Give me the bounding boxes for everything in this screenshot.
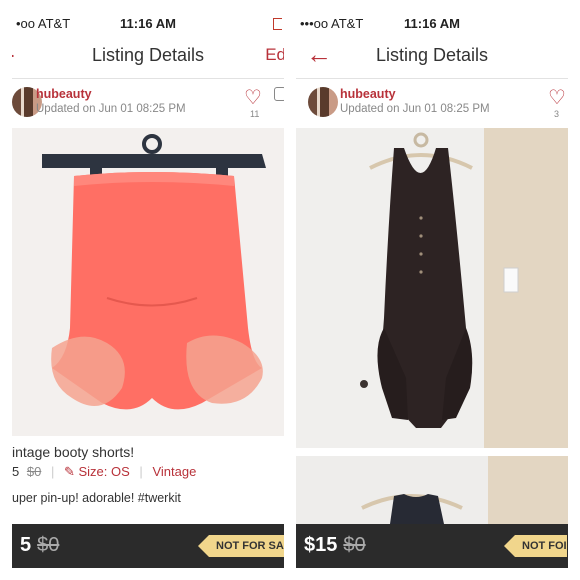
nav-bar: - Listing Details Ed: [12, 34, 284, 79]
bottom-bar: $15 $0 NOT FOI: [296, 524, 568, 568]
listing-description: uper pin-up! adorable! #twerkit: [12, 491, 181, 505]
status-bar: •••oo AT&T 11:16 AM: [296, 12, 568, 34]
listing-screen-right: •••oo AT&T 11:16 AM ← Listing Details hu…: [296, 12, 568, 568]
divider: [285, 0, 295, 580]
listing-screen-left: •oo AT&T 11:16 AM - Listing Details Ed h…: [12, 12, 284, 568]
separator: |: [50, 464, 55, 479]
listing-photo[interactable]: [296, 128, 568, 448]
bottom-original-price: $0: [343, 534, 366, 556]
seller-name[interactable]: hubeauty: [340, 87, 396, 101]
romper-photo-image: [296, 128, 568, 448]
not-for-sale-badge: NOT FOR SA: [198, 535, 284, 557]
page-title: Listing Details: [91, 45, 205, 65]
bottom-bar: 5 $0 NOT FOR SA: [12, 524, 284, 568]
battery-icon: [273, 18, 282, 30]
original-price: $0: [26, 464, 42, 479]
not-for-sale-badge: NOT FOI: [504, 535, 567, 557]
bottom-price-value: 5: [20, 534, 32, 556]
seller-row[interactable]: hubeauty Updated on Jun 01 08:25 PM ♡ 3: [296, 79, 568, 127]
comment-icon[interactable]: [274, 87, 284, 101]
heart-icon[interactable]: ♡: [548, 85, 566, 110]
updated-timestamp: Updated on Jun 01 08:25 PM: [340, 103, 490, 115]
brand-link[interactable]: Vintage: [152, 464, 196, 479]
separator: |: [139, 464, 143, 479]
bottom-original-price: $0: [37, 534, 60, 556]
hanger-icon: ✎: [63, 464, 75, 479]
price: 5: [12, 464, 20, 479]
clock: 11:16 AM: [120, 16, 176, 31]
listing-title: intage booty shorts!: [12, 444, 135, 460]
seller-row[interactable]: hubeauty Updated on Jun 01 08:25 PM ♡ 11: [12, 79, 284, 127]
updated-timestamp: Updated on Jun 01 08:25 PM: [36, 103, 186, 115]
nav-bar: ← Listing Details: [296, 34, 568, 79]
listing-meta: 5 $0 | ✎ Size: OS | Vintage: [12, 464, 196, 480]
bottom-price: $15 $0: [304, 534, 366, 557]
shorts-photo-image: [12, 128, 284, 436]
like-count: 11: [250, 109, 260, 119]
heart-icon[interactable]: ♡: [244, 85, 262, 110]
second-photo-image: [296, 456, 568, 524]
listing-photo[interactable]: [12, 128, 284, 436]
size-label: Size: OS: [78, 464, 130, 479]
avatar[interactable]: [308, 87, 338, 117]
edit-button[interactable]: Ed: [265, 45, 284, 65]
seller-name[interactable]: hubeauty: [36, 87, 92, 101]
page-title: Listing Details: [375, 45, 489, 65]
like-count: 3: [554, 109, 560, 119]
bottom-price: 5 $0: [20, 534, 59, 557]
listing-photo-second[interactable]: [296, 456, 568, 524]
clock: 11:16 AM: [404, 16, 460, 31]
bottom-price-value: $15: [304, 534, 338, 556]
status-bar: •oo AT&T 11:16 AM: [12, 12, 284, 34]
